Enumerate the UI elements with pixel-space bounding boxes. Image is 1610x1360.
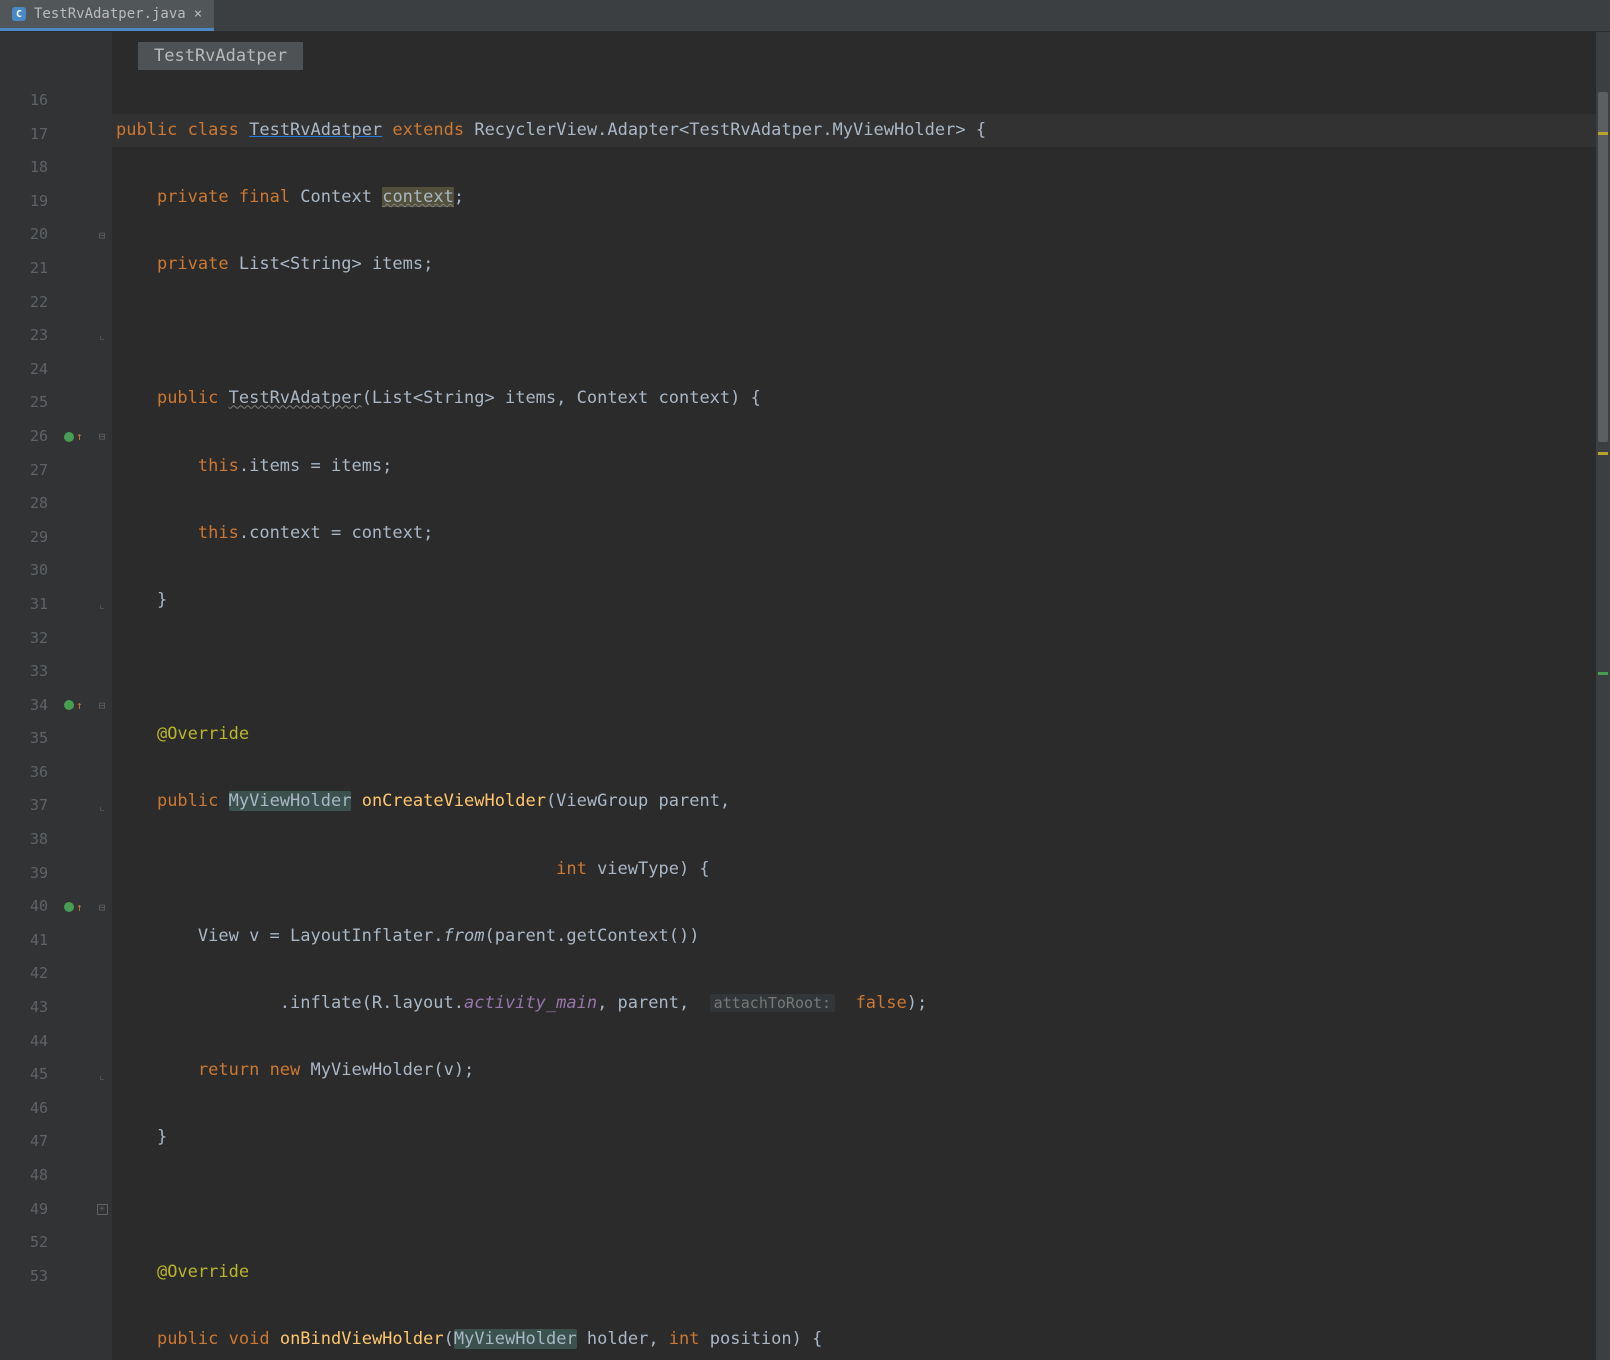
fold-end-icon: ⌞ <box>99 1069 106 1082</box>
fold-end-icon: ⌞ <box>99 598 106 611</box>
fold-open-icon[interactable]: ⊟ <box>99 901 106 914</box>
fold-end-icon: ⌞ <box>99 800 106 813</box>
scrollbar-thumb[interactable] <box>1598 92 1608 442</box>
warning-marker[interactable] <box>1598 452 1608 455</box>
tab-filename: TestRvAdatper.java <box>34 6 186 22</box>
fold-open-icon[interactable]: ⊟ <box>99 430 106 443</box>
override-icon[interactable] <box>64 700 74 710</box>
tab-bar: C TestRvAdatper.java × <box>0 0 1610 32</box>
fold-open-icon[interactable]: ⊟ <box>99 229 106 242</box>
fold-gutter: ⊟ ⌞ ⊟ ⌞ ⊟ ⌞ ⊟ ⌞ + <box>92 32 112 1360</box>
editor-tab[interactable]: C TestRvAdatper.java × <box>0 0 214 31</box>
inline-hint: attachToRoot: <box>710 994 835 1012</box>
line-number-gutter: 1617181920212223242526272829303132333435… <box>0 32 62 1360</box>
code-area[interactable]: TestRvAdatper public class TestRvAdatper… <box>112 32 1610 1360</box>
override-icon[interactable] <box>64 902 74 912</box>
fold-expand-icon[interactable]: + <box>97 1204 108 1215</box>
fold-end-icon: ⌞ <box>99 329 106 342</box>
close-icon[interactable]: × <box>194 6 202 22</box>
breadcrumb[interactable]: TestRvAdatper <box>138 42 303 70</box>
editor: 1617181920212223242526272829303132333435… <box>0 32 1610 1360</box>
scrollbar[interactable] <box>1596 32 1610 1360</box>
ok-marker[interactable] <box>1598 672 1608 675</box>
warning-marker[interactable] <box>1598 132 1608 135</box>
marker-gutter: ↑↑↑ <box>62 32 92 1360</box>
override-icon[interactable] <box>64 432 74 442</box>
code-text[interactable]: public class TestRvAdatper extends Recyc… <box>112 80 1610 1360</box>
java-class-icon: C <box>12 7 26 21</box>
fold-open-icon[interactable]: ⊟ <box>99 699 106 712</box>
